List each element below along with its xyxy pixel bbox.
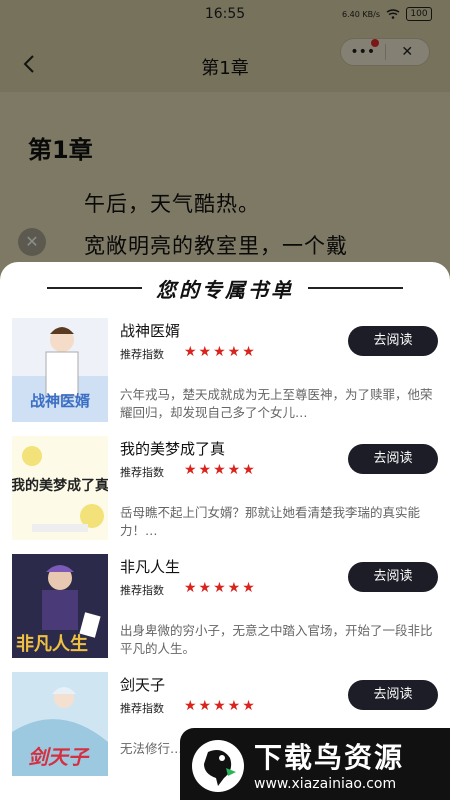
book-title[interactable]: 剑天子 (120, 674, 165, 695)
book-title[interactable]: 非凡人生 (120, 556, 180, 577)
book-item[interactable]: 非凡人生 非凡人生 推荐指数 ★★★★★ 去阅读 出身卑微的穷小子，无意之中踏入… (0, 554, 450, 672)
book-title[interactable]: 我的美梦成了真 (120, 438, 225, 459)
read-button[interactable]: 去阅读 (348, 680, 438, 710)
watermark-url: www.xiazainiao.com (254, 776, 397, 792)
book-description: 六年戎马，楚天成就成为无上至尊医神，为了赎罪，他荣耀回归，却发现自己多了个女儿… (120, 387, 433, 420)
cover-title: 战神医婿 (30, 392, 91, 410)
cover-title: 非凡人生 (16, 633, 88, 655)
book-cover[interactable]: 战神医婿 (12, 318, 108, 422)
recommend-label: 推荐指数 (120, 702, 164, 715)
recommend-label: 推荐指数 (120, 466, 164, 479)
star-rating: ★★★★★ (184, 344, 257, 360)
star-rating: ★★★★★ (184, 462, 257, 478)
booklist-sheet: 您的专属书单 战神医婿 战神医婿 推荐指数 ★★★★★ 去阅读 六年戎马，楚天成… (0, 262, 450, 800)
recommend-label: 推荐指数 (120, 348, 164, 361)
star-rating: ★★★★★ (184, 580, 257, 596)
divider (308, 287, 403, 289)
book-description: 出身卑微的穷小子，无意之中踏入官场，开始了一段非比平凡的人生。 (120, 623, 433, 656)
bird-logo-icon (192, 740, 244, 792)
cover-title: 我的美梦成了真 (12, 477, 108, 494)
sheet-title: 您的专属书单 (156, 277, 294, 302)
site-watermark: 下载鸟资源 www.xiazainiao.com (180, 728, 450, 800)
book-item[interactable]: 战神医婿 战神医婿 推荐指数 ★★★★★ 去阅读 六年戎马，楚天成就成为无上至尊… (0, 318, 450, 436)
cover-title: 剑天子 (28, 745, 90, 769)
recommend-label: 推荐指数 (120, 584, 164, 597)
book-item[interactable]: 我的美梦成了真 我的美梦成了真 推荐指数 ★★★★★ 去阅读 岳母瞧不起上门女婿… (0, 436, 450, 554)
read-button[interactable]: 去阅读 (348, 326, 438, 356)
book-cover[interactable]: 剑天子 (12, 672, 108, 776)
read-button[interactable]: 去阅读 (348, 444, 438, 474)
book-cover[interactable]: 我的美梦成了真 (12, 436, 108, 540)
star-rating: ★★★★★ (184, 698, 257, 714)
book-cover[interactable]: 非凡人生 (12, 554, 108, 658)
divider (47, 287, 142, 289)
book-title[interactable]: 战神医婿 (120, 320, 180, 341)
watermark-text: 下载鸟资源 (254, 741, 405, 774)
read-button[interactable]: 去阅读 (348, 562, 438, 592)
book-description: 岳母瞧不起上门女婿？那就让她看清楚我李瑞的真实能力！… (120, 505, 421, 538)
sheet-header: 您的专属书单 (0, 270, 450, 306)
